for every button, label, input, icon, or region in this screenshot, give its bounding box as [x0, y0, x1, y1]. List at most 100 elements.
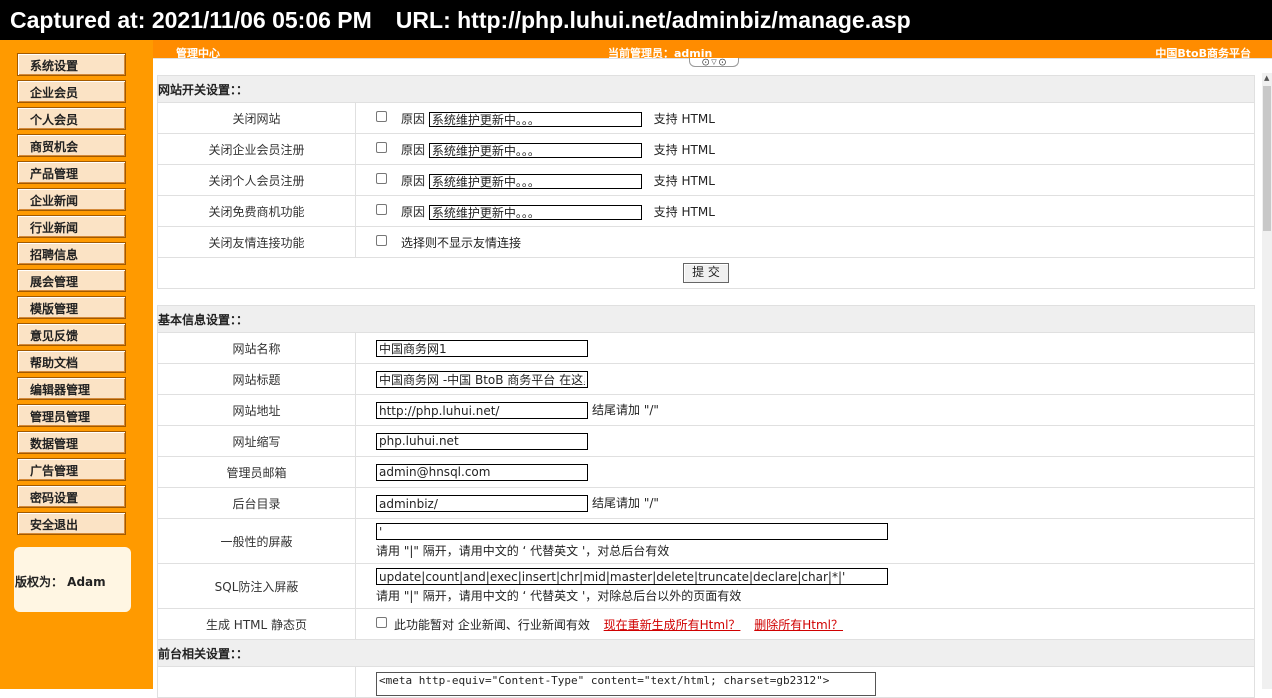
basic-info-table: 基本信息设置：： 网站名称 网站标题 网站地址 结尾请加 "/" 网址缩写 管理… — [157, 305, 1255, 698]
table-row: 网站标题 — [157, 363, 1255, 395]
site-name-input[interactable] — [376, 339, 588, 357]
sidebar-item-trade-opportunities[interactable]: 商贸机会 — [17, 134, 126, 157]
table-row: 关闭个人会员注册 原因 支持 HTML — [157, 164, 1255, 196]
close-company-register-checkbox[interactable] — [376, 141, 387, 153]
row-label: 关闭个人会员注册 — [157, 164, 356, 196]
table-row: 关闭网站 原因 支持 HTML — [157, 102, 1255, 134]
top-bar: 管理中心 当前管理员：admin 中国BtoB商务平台 — [153, 40, 1272, 60]
table-row: 关闭企业会员注册 原因 支持 HTML — [157, 133, 1255, 165]
row-label: 关闭免费商机功能 — [157, 195, 356, 227]
scroll-up-icon[interactable]: ▲ — [1264, 74, 1269, 82]
html-support-note: 支持 HTML — [653, 111, 715, 126]
sidebar-item-enterprise-members[interactable]: 企业会员 — [17, 80, 126, 103]
meta-code-textarea[interactable]: <meta http-equiv="Content-Type" content=… — [376, 672, 876, 696]
scrollbar-thumb[interactable] — [1263, 86, 1271, 231]
row-label: 后台目录 — [157, 487, 356, 519]
table-row: 一般性的屏蔽 请用 "|" 隔开，请用中文的 ‘ 代替英文 '，对总后台有效 — [157, 518, 1255, 564]
row-label: 关闭企业会员注册 — [157, 133, 356, 165]
sidebar-item-ads[interactable]: 广告管理 — [17, 458, 126, 481]
html-static-checkbox[interactable] — [376, 616, 387, 628]
row-label: 关闭网站 — [157, 102, 356, 134]
html-support-note: 支持 HTML — [653, 204, 715, 219]
friend-links-note: 选择则不显示友情连接 — [401, 235, 522, 250]
reason-label: 原因 — [401, 173, 426, 188]
sql-filter-hint: 请用 "|" 隔开，请用中文的 ‘ 代替英文 '，对除总后台以外的页面有效 — [376, 589, 742, 603]
sidebar-item-exhibitions[interactable]: 展会管理 — [17, 269, 126, 292]
sidebar-item-logout[interactable]: 安全退出 — [17, 512, 126, 535]
reason-label: 原因 — [401, 204, 426, 219]
table-row: 生成 HTML 静态页 此功能暂对 企业新闻、行业新闻有效 现在重新生成所有Ht… — [157, 608, 1255, 640]
reason-label: 原因 — [401, 111, 426, 126]
switch-settings-table: 网站开关设置：： 关闭网站 原因 支持 HTML 关闭企业会员注册 原因 支持 … — [157, 75, 1255, 289]
admin-email-input[interactable] — [376, 463, 588, 481]
reason-label: 原因 — [401, 142, 426, 157]
sql-filter-input[interactable] — [376, 568, 888, 585]
close-personal-register-checkbox[interactable] — [376, 172, 387, 184]
sidebar-menu: 系统设置 企业会员 个人会员 商贸机会 产品管理 企业新闻 行业新闻 招聘信息 … — [17, 53, 128, 539]
sidebar-item-company-news[interactable]: 企业新闻 — [17, 188, 126, 211]
general-filter-hint: 请用 "|" 隔开，请用中文的 ‘ 代替英文 '，对总后台有效 — [376, 544, 670, 558]
table-row: 后台目录 结尾请加 "/" — [157, 487, 1255, 519]
main-content: 网站开关设置：： 关闭网站 原因 支持 HTML 关闭企业会员注册 原因 支持 … — [157, 75, 1255, 698]
row-label: 网站地址 — [157, 394, 356, 426]
close-friend-links-checkbox[interactable] — [376, 234, 387, 246]
html-support-note: 支持 HTML — [653, 142, 715, 157]
row-label: SQL防注入屏蔽 — [157, 563, 356, 609]
general-filter-input[interactable] — [376, 523, 888, 540]
collapse-toggle-icon[interactable]: ⨀ ▽ ⨀ — [689, 58, 739, 67]
sidebar-item-help-docs[interactable]: 帮助文档 — [17, 350, 126, 373]
sidebar-item-products[interactable]: 产品管理 — [17, 161, 126, 184]
row-label: 网站名称 — [157, 332, 356, 364]
copyright-text: 版权为： Adam — [15, 575, 106, 589]
table-row: 网站地址 结尾请加 "/" — [157, 394, 1255, 426]
close-site-reason-input[interactable] — [428, 111, 642, 127]
trailing-slash-hint: 结尾请加 "/" — [592, 496, 659, 510]
copyright-box: 版权为： Adam — [14, 547, 131, 612]
table-row: <meta http-equiv="Content-Type" content=… — [157, 666, 1255, 698]
left-sidebar: 系统设置 企业会员 个人会员 商贸机会 产品管理 企业新闻 行业新闻 招聘信息 … — [0, 40, 153, 689]
table-row: 网站名称 — [157, 332, 1255, 364]
regenerate-html-link[interactable]: 现在重新生成所有Html？ — [604, 618, 741, 632]
row-label: 生成 HTML 静态页 — [157, 608, 356, 640]
close-personal-register-reason-input[interactable] — [428, 173, 642, 189]
sidebar-item-admins[interactable]: 管理员管理 — [17, 404, 126, 427]
sidebar-item-system-settings[interactable]: 系统设置 — [17, 53, 126, 76]
sidebar-item-templates[interactable]: 模版管理 — [17, 296, 126, 319]
html-static-note: 此功能暂对 企业新闻、行业新闻有效 — [394, 617, 590, 632]
site-short-input[interactable] — [376, 432, 588, 450]
section-title-switch: 网站开关设置：： — [157, 75, 1255, 103]
row-label: 管理员邮箱 — [157, 456, 356, 488]
row-label: 网址缩写 — [157, 425, 356, 457]
site-title-input[interactable] — [376, 370, 588, 388]
close-free-opportunity-reason-input[interactable] — [428, 204, 642, 220]
sidebar-item-personal-members[interactable]: 个人会员 — [17, 107, 126, 130]
row-label: 一般性的屏蔽 — [157, 518, 356, 564]
row-label: 关闭友情连接功能 — [157, 226, 356, 258]
close-company-register-reason-input[interactable] — [428, 142, 642, 158]
delete-html-link[interactable]: 删除所有Html？ — [754, 618, 843, 632]
capture-bar: Captured at: 2021/11/06 05:06 PM URL: htt… — [0, 0, 1272, 40]
html-support-note: 支持 HTML — [653, 173, 715, 188]
sidebar-item-jobs[interactable]: 招聘信息 — [17, 242, 126, 265]
sidebar-item-industry-news[interactable]: 行业新闻 — [17, 215, 126, 238]
sidebar-item-data[interactable]: 数据管理 — [17, 431, 126, 454]
admin-dir-input[interactable] — [376, 495, 588, 512]
close-site-checkbox[interactable] — [376, 110, 387, 122]
table-row: 关闭免费商机功能 原因 支持 HTML — [157, 195, 1255, 227]
table-row: 管理员邮箱 — [157, 456, 1255, 488]
section-title-front: 前台相关设置：： — [157, 639, 1255, 667]
table-row: 网址缩写 — [157, 425, 1255, 457]
captured-at: Captured at: 2021/11/06 05:06 PM — [10, 7, 372, 33]
sidebar-item-feedback[interactable]: 意见反馈 — [17, 323, 126, 346]
row-label — [157, 666, 356, 698]
vertical-scrollbar[interactable]: ▲ — [1262, 73, 1272, 689]
trailing-slash-hint: 结尾请加 "/" — [592, 403, 659, 417]
sidebar-item-editor[interactable]: 编辑器管理 — [17, 377, 126, 400]
table-row: SQL防注入屏蔽 请用 "|" 隔开，请用中文的 ‘ 代替英文 '，对除总后台以… — [157, 563, 1255, 609]
row-label: 网站标题 — [157, 363, 356, 395]
submit-button[interactable]: 提 交 — [683, 263, 729, 283]
close-free-opportunity-checkbox[interactable] — [376, 203, 387, 215]
sidebar-item-password[interactable]: 密码设置 — [17, 485, 126, 508]
table-row: 关闭友情连接功能 选择则不显示友情连接 — [157, 226, 1255, 258]
site-url-input[interactable] — [376, 402, 588, 419]
